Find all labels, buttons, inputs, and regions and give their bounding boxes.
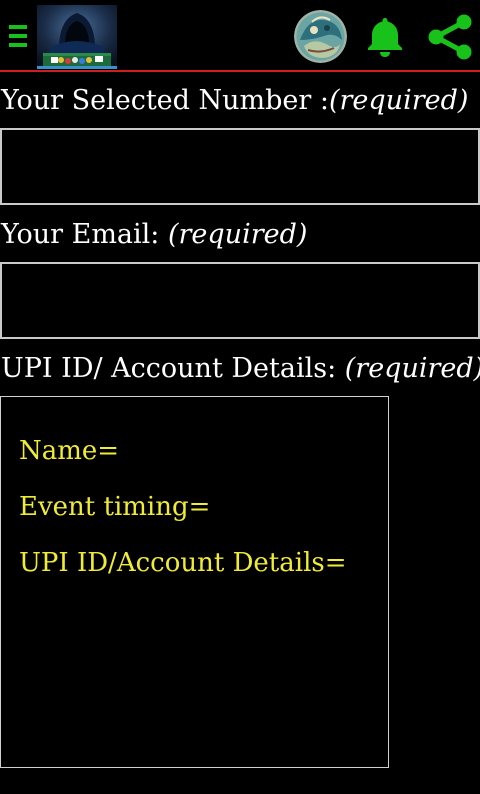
email-label-text: Your Email: xyxy=(1,219,168,250)
selected-number-label-text: Your Selected Number : xyxy=(1,85,329,116)
email-label: Your Email: (required) xyxy=(1,217,307,253)
upi-details-label-text: UPI ID/ Account Details: xyxy=(1,353,345,384)
top-app-bar xyxy=(0,0,480,72)
required-marker: (required) xyxy=(328,85,469,116)
required-marker: (required) xyxy=(167,219,308,250)
hacker-logo-image xyxy=(37,5,117,69)
selected-number-input[interactable] xyxy=(0,128,480,205)
share-icon[interactable] xyxy=(426,14,474,60)
bell-icon[interactable] xyxy=(366,16,404,58)
textarea-line-name: Name= xyxy=(19,436,120,466)
upi-details-label: UPI ID/ Account Details: (required) xyxy=(1,351,480,387)
upi-details-textarea[interactable]: Name= Event timing= UPI ID/Account Detai… xyxy=(0,396,389,768)
required-marker: (required) xyxy=(344,353,480,384)
selected-number-label: Your Selected Number :(required) xyxy=(1,83,468,119)
profile-avatar-image[interactable] xyxy=(294,10,347,63)
hamburger-menu-icon[interactable] xyxy=(9,25,27,47)
textarea-line-upi-account: UPI ID/Account Details= xyxy=(19,548,347,578)
textarea-line-event-timing: Event timing= xyxy=(19,492,211,522)
email-input[interactable] xyxy=(0,262,480,339)
